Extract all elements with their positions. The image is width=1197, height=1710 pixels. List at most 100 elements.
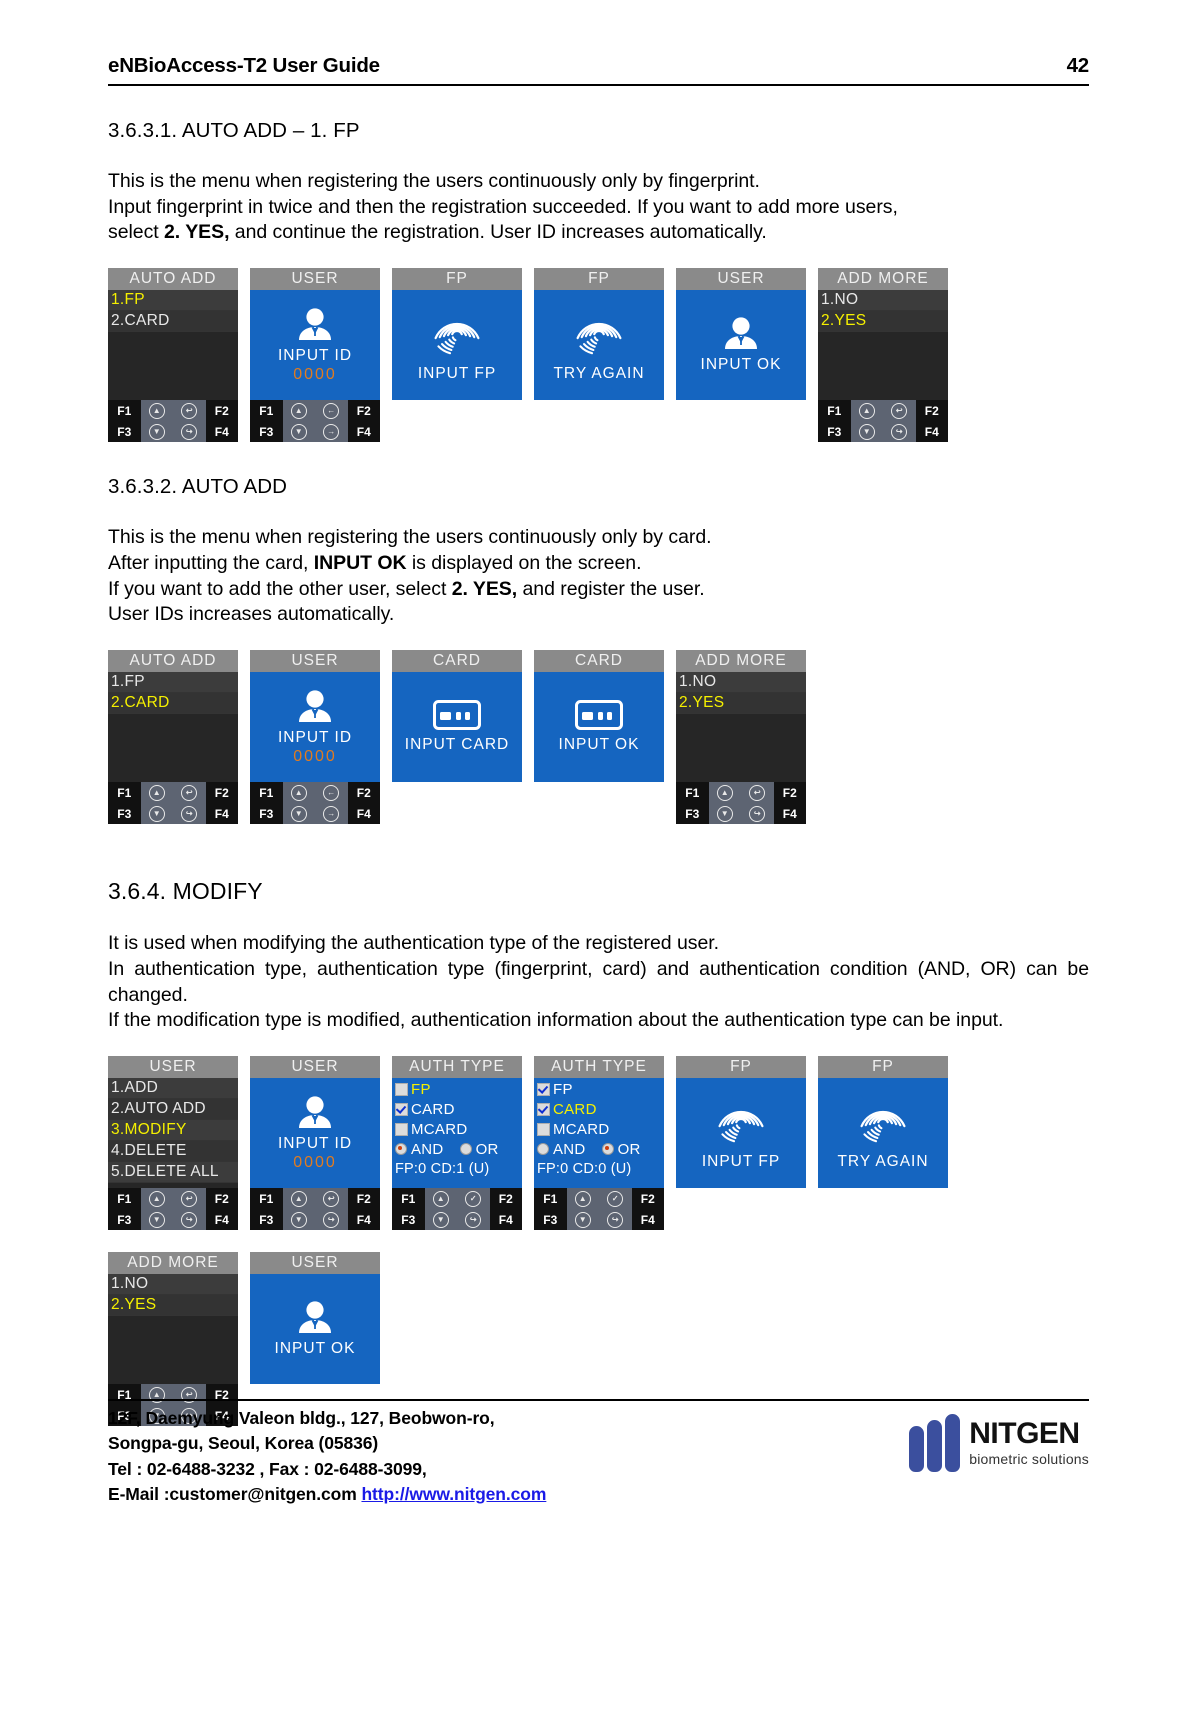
key-f3[interactable]: F3 (676, 803, 709, 825)
user-id-value[interactable]: 0000 (293, 366, 337, 384)
down-arrow-key[interactable]: ▼ (282, 421, 315, 443)
menu-item[interactable]: 2.CARD (108, 311, 238, 333)
key-f2[interactable]: F2 (205, 1384, 238, 1406)
user-id-value[interactable]: 0000 (293, 748, 337, 766)
key-f2[interactable]: F2 (915, 400, 948, 422)
down-arrow-key[interactable]: ▼ (282, 1209, 315, 1231)
up-arrow-key[interactable]: ▲ (282, 1188, 315, 1210)
enter-key[interactable]: ↪ (173, 421, 206, 443)
down-arrow-key[interactable]: ▼ (566, 1209, 599, 1231)
auth-condition-row[interactable]: AND OR (537, 1139, 664, 1159)
right-arrow-key[interactable]: → (315, 421, 348, 443)
menu-item[interactable]: 1.NO (676, 672, 806, 694)
enter-key[interactable]: ↪ (457, 1209, 490, 1231)
up-arrow-key[interactable]: ▲ (424, 1188, 457, 1210)
down-arrow-key[interactable]: ▼ (282, 803, 315, 825)
key-f1[interactable]: F1 (534, 1188, 567, 1210)
key-f3[interactable]: F3 (250, 1209, 283, 1231)
key-f3[interactable]: F3 (250, 803, 283, 825)
radio-or-icon[interactable] (459, 1143, 472, 1156)
user-id-value[interactable]: 0000 (293, 1154, 337, 1172)
checkbox-fp-icon[interactable] (395, 1082, 408, 1096)
menu-item[interactable]: 1.NO (108, 1274, 238, 1296)
menu-item[interactable]: 2.CARD (108, 693, 238, 715)
down-arrow-key[interactable]: ▼ (708, 803, 741, 825)
menu-item[interactable]: 2.YES (676, 693, 806, 715)
back-key[interactable]: ↩ (173, 400, 206, 422)
down-arrow-key[interactable]: ▼ (140, 803, 173, 825)
key-f2[interactable]: F2 (489, 1188, 522, 1210)
menu-item[interactable]: 2.AUTO ADD (108, 1099, 238, 1121)
up-arrow-key[interactable]: ▲ (850, 400, 883, 422)
radio-and-icon[interactable] (537, 1143, 549, 1156)
back-key[interactable]: ↩ (741, 782, 774, 804)
enter-key[interactable]: ↪ (173, 1209, 206, 1231)
key-f3[interactable]: F3 (392, 1209, 425, 1231)
radio-and-icon[interactable] (395, 1143, 407, 1156)
menu-item[interactable]: 3.MODIFY (108, 1120, 238, 1142)
key-f1[interactable]: F1 (108, 782, 141, 804)
key-f3[interactable]: F3 (108, 803, 141, 825)
back-key[interactable]: ↩ (173, 1384, 206, 1406)
key-f3[interactable]: F3 (108, 1209, 141, 1231)
key-f2[interactable]: F2 (631, 1188, 664, 1210)
up-arrow-key[interactable]: ▲ (708, 782, 741, 804)
key-f4[interactable]: F4 (773, 803, 806, 825)
key-f2[interactable]: F2 (347, 1188, 380, 1210)
auth-check-row[interactable]: CARD (537, 1099, 664, 1119)
key-f2[interactable]: F2 (205, 400, 238, 422)
right-arrow-key[interactable]: → (315, 803, 348, 825)
menu-item[interactable]: 4.DELETE (108, 1141, 238, 1163)
ok-key[interactable]: ✓ (599, 1188, 632, 1210)
auth-check-row[interactable]: MCARD (537, 1119, 664, 1139)
key-f2[interactable]: F2 (347, 400, 380, 422)
enter-key[interactable]: ↪ (173, 803, 206, 825)
up-arrow-key[interactable]: ▲ (140, 400, 173, 422)
key-f1[interactable]: F1 (108, 400, 141, 422)
auth-check-row[interactable]: CARD (395, 1099, 522, 1119)
checkbox-mcard-icon[interactable] (395, 1122, 408, 1136)
back-key[interactable]: ↩ (315, 1188, 348, 1210)
checkbox-mcard-icon[interactable] (537, 1122, 550, 1136)
auth-condition-row[interactable]: AND OR (395, 1139, 522, 1159)
key-f4[interactable]: F4 (489, 1209, 522, 1231)
auth-check-row[interactable]: MCARD (395, 1119, 522, 1139)
up-arrow-key[interactable]: ▲ (566, 1188, 599, 1210)
key-f2[interactable]: F2 (205, 1188, 238, 1210)
back-key[interactable]: ↩ (173, 1188, 206, 1210)
key-f1[interactable]: F1 (108, 1188, 141, 1210)
menu-item[interactable]: 1.ADD (108, 1078, 238, 1100)
down-arrow-key[interactable]: ▼ (424, 1209, 457, 1231)
key-f4[interactable]: F4 (347, 421, 380, 443)
key-f3[interactable]: F3 (108, 421, 141, 443)
up-arrow-key[interactable]: ▲ (282, 782, 315, 804)
auth-check-row[interactable]: FP (395, 1079, 522, 1099)
menu-item[interactable]: 2.YES (108, 1295, 238, 1317)
down-arrow-key[interactable]: ▼ (140, 1209, 173, 1231)
enter-key[interactable]: ↪ (741, 803, 774, 825)
key-f1[interactable]: F1 (108, 1384, 141, 1406)
up-arrow-key[interactable]: ▲ (140, 782, 173, 804)
auth-check-row[interactable]: FP (537, 1079, 664, 1099)
ok-key[interactable]: ✓ (457, 1188, 490, 1210)
key-f1[interactable]: F1 (250, 1188, 283, 1210)
key-f4[interactable]: F4 (205, 803, 238, 825)
key-f4[interactable]: F4 (631, 1209, 664, 1231)
left-arrow-key[interactable]: ← (315, 400, 348, 422)
key-f1[interactable]: F1 (250, 782, 283, 804)
key-f3[interactable]: F3 (250, 421, 283, 443)
key-f1[interactable]: F1 (676, 782, 709, 804)
key-f4[interactable]: F4 (205, 421, 238, 443)
key-f2[interactable]: F2 (347, 782, 380, 804)
enter-key[interactable]: ↪ (315, 1209, 348, 1231)
key-f4[interactable]: F4 (347, 1209, 380, 1231)
checkbox-card-icon[interactable] (395, 1102, 408, 1116)
key-f4[interactable]: F4 (915, 421, 948, 443)
menu-item[interactable]: 1.FP (108, 672, 238, 694)
enter-key[interactable]: ↪ (883, 421, 916, 443)
key-f2[interactable]: F2 (205, 782, 238, 804)
left-arrow-key[interactable]: ← (315, 782, 348, 804)
key-f4[interactable]: F4 (347, 803, 380, 825)
footer-website-link[interactable]: http://www.nitgen.com (361, 1484, 546, 1504)
back-key[interactable]: ↩ (883, 400, 916, 422)
